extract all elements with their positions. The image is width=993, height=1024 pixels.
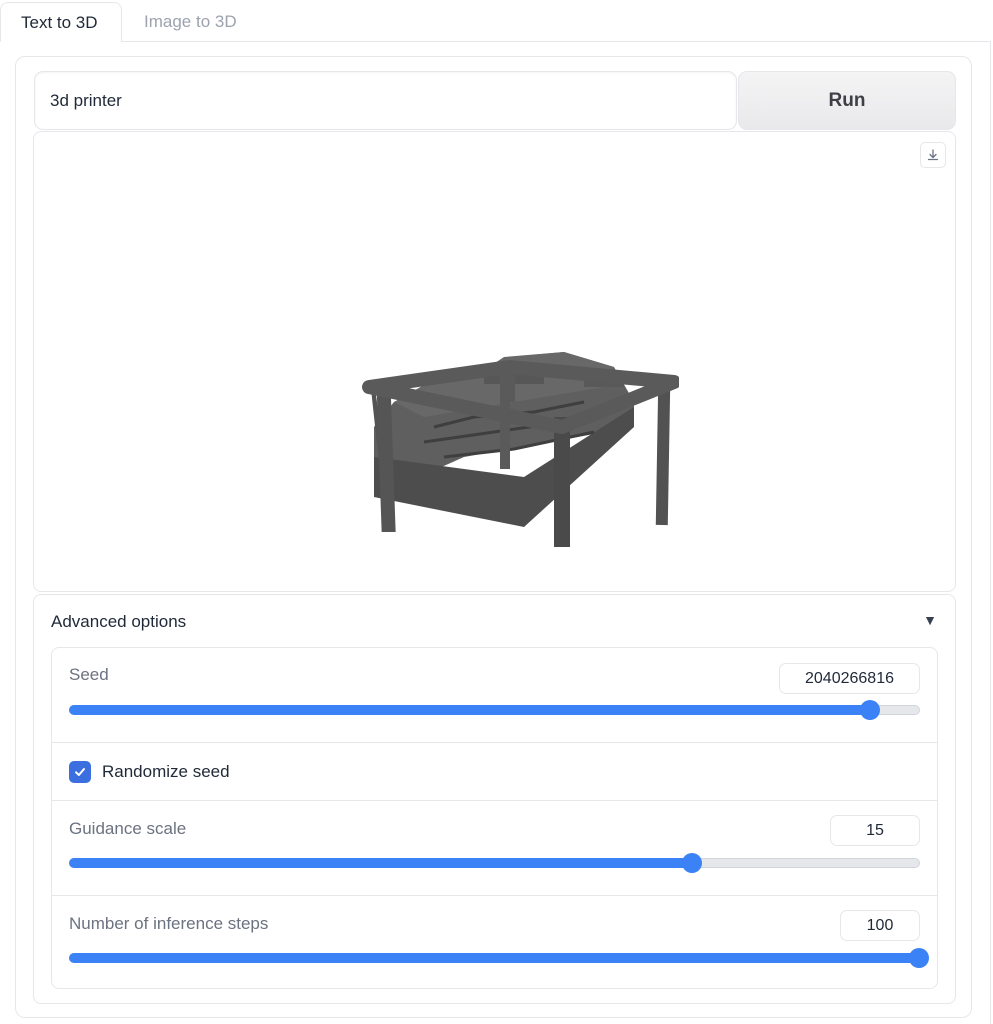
guidance-scale-label: Guidance scale: [69, 819, 187, 838]
model-render: [362, 352, 679, 547]
guidance-scale-number-input[interactable]: 15: [830, 815, 920, 846]
run-button[interactable]: Run: [738, 71, 956, 130]
download-icon: [927, 149, 939, 161]
inference-steps-control: Number of inference steps 100: [52, 895, 937, 989]
seed-slider[interactable]: [69, 700, 920, 720]
guidance-scale-slider-fill: [69, 858, 694, 868]
advanced-options-body: Seed 2040266816 Randomize seed Guidance …: [51, 647, 938, 989]
tab-content-border: [990, 41, 991, 1024]
prompt-field: [34, 71, 737, 130]
randomize-seed-checkbox[interactable]: [69, 761, 91, 783]
triangle-down-icon[interactable]: ▼: [923, 612, 937, 628]
seed-slider-fill: [69, 705, 871, 715]
inference-steps-label: Number of inference steps: [69, 914, 269, 933]
seed-number-input[interactable]: 2040266816: [779, 663, 920, 694]
guidance-scale-control: Guidance scale 15: [52, 800, 937, 895]
prompt-input[interactable]: [35, 72, 736, 129]
tab-text-to-3d[interactable]: Text to 3D: [0, 2, 122, 42]
advanced-options-toggle[interactable]: Advanced options: [51, 612, 186, 632]
randomize-seed-label: Randomize seed: [102, 762, 230, 781]
checkmark-icon: [75, 768, 85, 776]
download-button[interactable]: [920, 142, 946, 168]
inference-steps-slider[interactable]: [69, 948, 929, 968]
tab-bar: Text to 3D Image to 3D: [0, 0, 993, 42]
tab-divider: [121, 41, 991, 42]
inference-steps-slider-thumb[interactable]: [909, 948, 929, 968]
model-viewer[interactable]: [33, 131, 956, 592]
guidance-scale-slider[interactable]: [69, 853, 920, 873]
seed-control: Seed 2040266816: [52, 648, 937, 742]
seed-label: Seed: [69, 665, 109, 684]
guidance-scale-slider-thumb[interactable]: [682, 853, 703, 873]
inference-steps-slider-fill: [69, 953, 920, 963]
randomize-seed-row[interactable]: Randomize seed: [52, 742, 937, 800]
advanced-options-accordion: Advanced options ▼ Seed 2040266816 Rando…: [33, 594, 956, 1004]
seed-slider-thumb[interactable]: [859, 700, 880, 720]
inference-steps-number-input[interactable]: 100: [840, 910, 920, 941]
tab-image-to-3d[interactable]: Image to 3D: [124, 2, 257, 42]
